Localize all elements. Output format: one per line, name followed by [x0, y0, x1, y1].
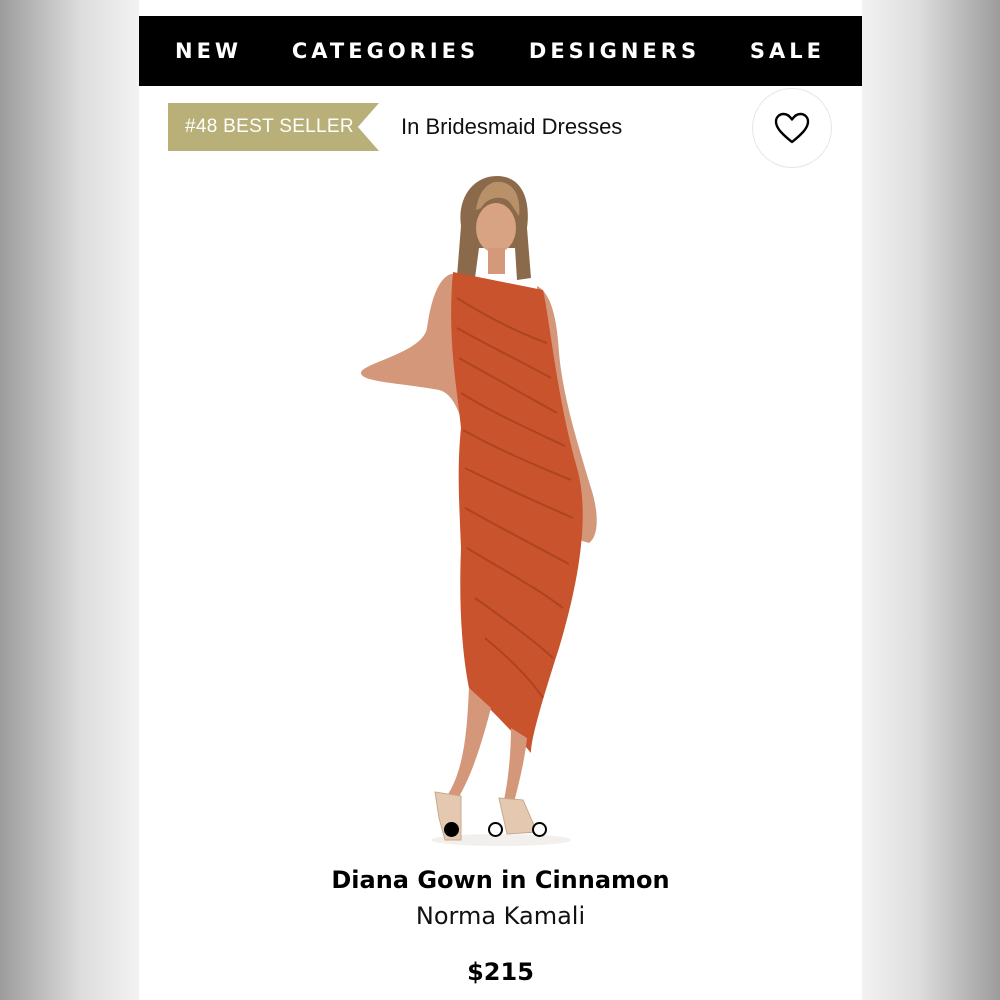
pagination-dot-3[interactable] [532, 822, 547, 837]
nav-new[interactable]: NEW [175, 39, 242, 63]
product-title: Diana Gown in Cinnamon [331, 866, 670, 894]
pagination-dot-2[interactable] [488, 822, 503, 837]
pagination-dot-1[interactable] [444, 822, 459, 837]
product-brand[interactable]: Norma Kamali [139, 902, 862, 930]
top-navigation: NEW CATEGORIES DESIGNERS SALE [139, 16, 862, 86]
product-image[interactable] [139, 168, 862, 848]
nav-categories[interactable]: CATEGORIES [292, 39, 479, 63]
product-price: $215 [467, 958, 534, 986]
best-seller-row: #48 BEST SELLER In Bridesmaid Dresses [168, 103, 828, 151]
nav-designers[interactable]: DESIGNERS [529, 39, 700, 63]
heart-icon [774, 112, 810, 144]
nav-sale[interactable]: SALE [750, 39, 825, 63]
best-seller-category[interactable]: In Bridesmaid Dresses [401, 114, 622, 140]
image-pagination [139, 822, 857, 837]
best-seller-ribbon: #48 BEST SELLER [168, 103, 379, 151]
wishlist-button[interactable] [752, 88, 832, 168]
best-seller-label: #48 BEST SELLER [185, 116, 354, 137]
product-page: NEW CATEGORIES DESIGNERS SALE #48 BEST S… [139, 0, 862, 1000]
